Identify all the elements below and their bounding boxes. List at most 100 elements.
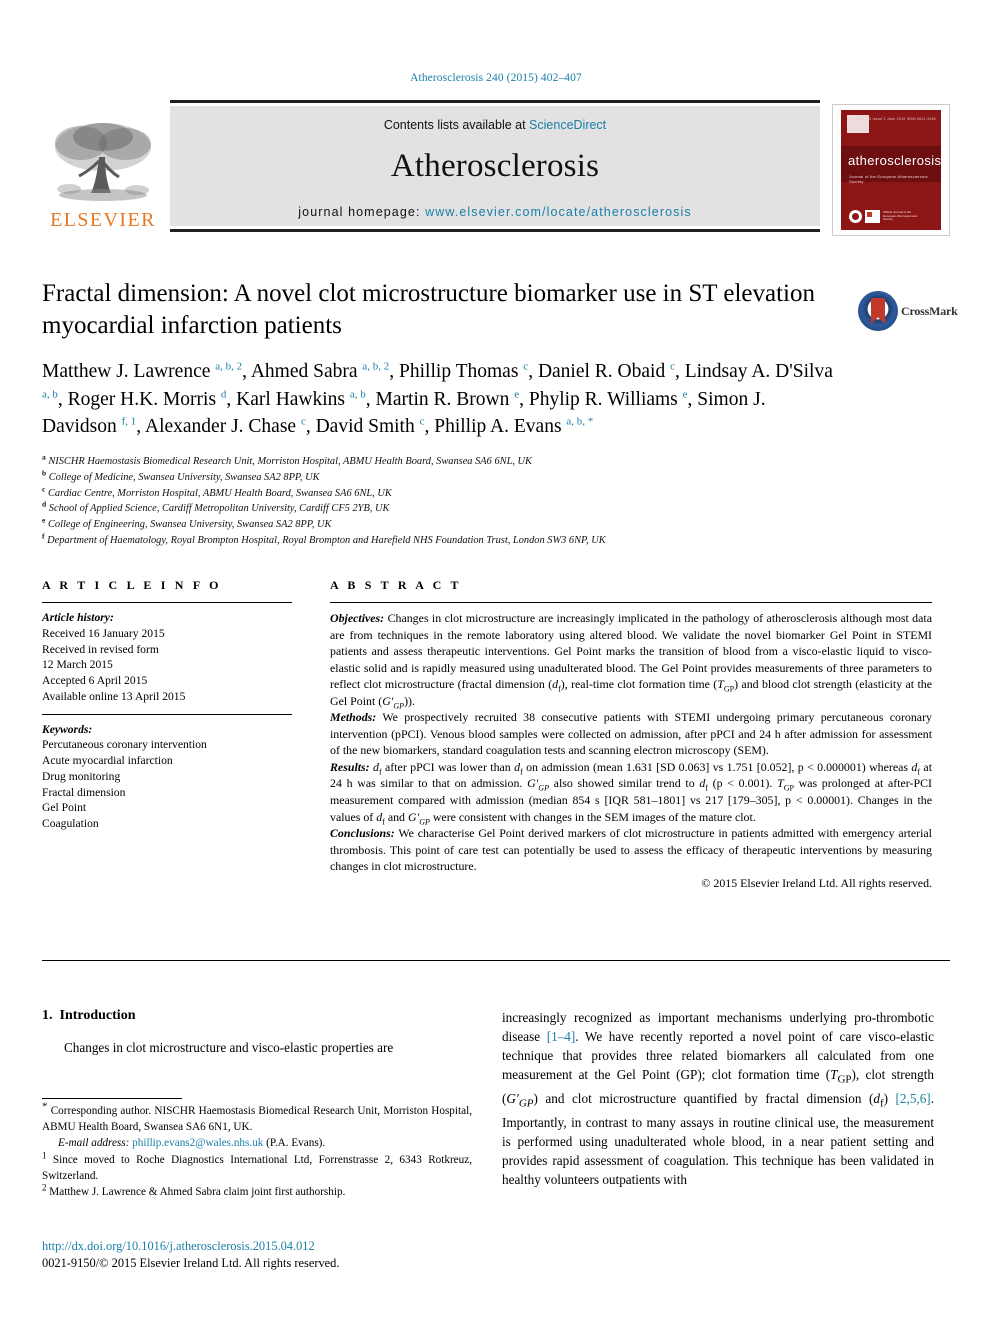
asterisk-icon: * xyxy=(42,1100,48,1113)
cover-issue-line: Volume 240 Issue 2 June 2015 ISSN 0021-9… xyxy=(850,117,936,121)
article-history-item: Available online 13 April 2015 xyxy=(42,689,186,703)
sciencedirect-link[interactable]: ScienceDirect xyxy=(529,118,606,132)
author-affiliation-marker: e xyxy=(682,388,688,401)
abstract-body: Objectives: Changes in clot microstructu… xyxy=(330,610,932,891)
cover-society-badges: Official Journal of the European Atheros… xyxy=(849,210,921,223)
affiliation-list: a NISCHR Haemostasis Biomedical Research… xyxy=(42,452,872,549)
author-name: Phillip A. Evans xyxy=(434,416,567,438)
journal-title: Atherosclerosis xyxy=(390,148,600,184)
footnote-email: E-mail address: phillip.evans2@wales.nhs… xyxy=(42,1136,472,1152)
abstract-label: Results: xyxy=(330,759,370,774)
journal-cover-thumbnail: Volume 240 Issue 2 June 2015 ISSN 0021-9… xyxy=(832,104,950,236)
author-affiliation-marker: a, b, 2 xyxy=(362,360,390,373)
abstract-conclusions: Conclusions: We characterise Gel Point d… xyxy=(330,826,932,874)
elsevier-logo: ELSEVIER xyxy=(42,108,164,230)
article-history-item: Received 16 January 2015 xyxy=(42,626,165,640)
author-name: Alexander J. Chase xyxy=(144,416,301,438)
footnote-2-text: Matthew J. Lawrence & Ahmed Sabra claim … xyxy=(46,1186,346,1199)
section-title: Introduction xyxy=(59,1008,136,1023)
citation-link[interactable]: [1–4] xyxy=(547,1029,576,1044)
masthead-top-rule xyxy=(170,100,820,103)
cover-artwork: Volume 240 Issue 2 June 2015 ISSN 0021-9… xyxy=(841,110,941,230)
cover-badge-circle-icon xyxy=(849,210,862,223)
keyword-item: Drug monitoring xyxy=(42,769,121,783)
keyword-item: Gel Point xyxy=(42,801,87,815)
article-info-rule xyxy=(42,602,292,603)
journal-homepage-line: journal homepage: www.elsevier.com/locat… xyxy=(298,205,691,219)
email-link[interactable]: phillip.evans2@wales.nhs.uk xyxy=(132,1137,263,1149)
body-separator-rule xyxy=(42,960,950,961)
author-name: Phillip Thomas xyxy=(399,361,524,382)
author-affiliation-marker: a, b xyxy=(42,388,58,401)
issn-copyright: 0021-9150/© 2015 Elsevier Ireland Ltd. A… xyxy=(42,1255,340,1270)
elsevier-wordmark: ELSEVIER xyxy=(50,209,156,231)
footnote-note-1: 1 Since moved to Roche Diagnostics Inter… xyxy=(42,1151,472,1184)
footnote-rule xyxy=(42,1098,182,1099)
masthead-bottom-rule xyxy=(170,229,820,232)
crossmark-label: CrossMark xyxy=(901,303,958,318)
doi-link[interactable]: http://dx.doi.org/10.1016/j.atherosclero… xyxy=(42,1238,502,1255)
article-history-item: 12 March 2015 xyxy=(42,658,113,672)
affiliation-item: a NISCHR Haemostasis Biomedical Research… xyxy=(42,452,532,467)
keyword-item: Acute myocardial infarction xyxy=(42,754,173,768)
keywords-label: Keywords: xyxy=(42,722,93,736)
cover-journal-name: atherosclerosis xyxy=(848,153,941,169)
affiliation-marker: f xyxy=(42,531,45,541)
abstract-section: A B S T R A C T Objectives: Changes in c… xyxy=(330,578,932,891)
homepage-url-link[interactable]: www.elsevier.com/locate/atherosclerosis xyxy=(425,205,692,219)
affiliation-item: f Department of Haematology, Royal Bromp… xyxy=(42,531,606,547)
author-name: Ahmed Sabra xyxy=(250,361,363,382)
author-name: Phylip R. Williams xyxy=(528,388,683,410)
author-affiliation-marker: a, b, * xyxy=(566,415,594,428)
contents-line: Contents lists available at ScienceDirec… xyxy=(384,118,606,132)
keyword-item: Fractal dimension xyxy=(42,785,126,799)
author-name: Karl Hawkins xyxy=(236,388,350,410)
abstract-methods: Methods: We prospectively recruited 38 c… xyxy=(330,710,932,758)
abstract-objectives: Objectives: Changes in clot microstructu… xyxy=(330,611,932,711)
keywords-rule xyxy=(42,713,292,715)
article-info-section: A R T I C L E I N F O Article history: R… xyxy=(42,578,292,832)
homepage-label: journal homepage: xyxy=(298,205,421,219)
author-affiliation-marker: c xyxy=(523,360,529,373)
citation-link[interactable]: [2,5,6] xyxy=(896,1091,931,1106)
keyword-item: Percutaneous coronary intervention xyxy=(42,738,207,752)
keyword-items: Percutaneous coronary intervention Acute … xyxy=(42,737,292,832)
intro-paragraph-right: increasingly recognized as important mec… xyxy=(502,1010,934,1187)
abstract-label: Conclusions: xyxy=(330,826,395,841)
section-heading-introduction: 1. Introduction xyxy=(42,1008,472,1024)
article-history-label: Article history: xyxy=(42,611,114,624)
author-name: Matthew J. Lawrence xyxy=(42,361,216,382)
abstract-rule xyxy=(330,602,932,603)
email-address-label: E-mail address: xyxy=(58,1137,130,1150)
author-name: David Smith xyxy=(315,416,420,438)
abstract-results: Results: df after pPCI was lower than df… xyxy=(330,759,932,826)
cover-badge-text: Official Journal of the European Atheros… xyxy=(883,209,918,222)
keyword-item: Coagulation xyxy=(42,817,99,831)
title-block: Fractal dimension: A novel clot microstr… xyxy=(42,278,842,342)
author-name: Lindsay A. D'Silva xyxy=(684,361,833,382)
journal-article-page: Atherosclerosis 240 (2015) 402–407 ELSEV… xyxy=(0,0,992,1323)
affiliation-marker: a xyxy=(42,452,46,462)
footnote-corresponding-author: * Corresponding author. NISCHR Haemostas… xyxy=(42,1101,472,1135)
crossmark-icon xyxy=(858,291,898,331)
author-affiliation-marker: c xyxy=(670,360,675,373)
crossmark-badge[interactable]: CrossMark xyxy=(858,288,958,334)
intro-paragraph-left: Changes in clot microstructure and visco… xyxy=(64,1040,394,1055)
running-head: Atherosclerosis 240 (2015) 402–407 xyxy=(410,72,582,84)
article-history: Article history: Received 16 January 201… xyxy=(42,610,292,705)
page-title: Fractal dimension: A novel clot microstr… xyxy=(42,280,815,339)
affiliation-item: e College of Engineering, Swansea Univer… xyxy=(42,515,332,531)
author-affiliation-marker: a, b xyxy=(349,388,366,401)
body-column-left: 1. Introduction Changes in clot microstr… xyxy=(42,1008,472,1057)
cover-journal-subtitle: Journal of the European Atherosclerosis … xyxy=(849,173,928,184)
article-info-heading: A R T I C L E I N F O xyxy=(42,578,222,592)
author-affiliation-marker: a, b, 2 xyxy=(215,360,243,373)
affiliation-marker: c xyxy=(42,484,46,494)
doi-block: http://dx.doi.org/10.1016/j.atherosclero… xyxy=(42,1238,502,1271)
email-suffix: (P.A. Evans). xyxy=(263,1137,326,1150)
affiliation-marker: b xyxy=(42,468,47,478)
keywords-block: Keywords: Percutaneous coronary interven… xyxy=(42,722,292,832)
author-affiliation-marker: d xyxy=(220,388,227,401)
abstract-copyright: © 2015 Elsevier Ireland Ltd. All rights … xyxy=(701,875,932,890)
affiliation-item: c Cardiac Centre, Morriston Hospital, AB… xyxy=(42,484,392,499)
